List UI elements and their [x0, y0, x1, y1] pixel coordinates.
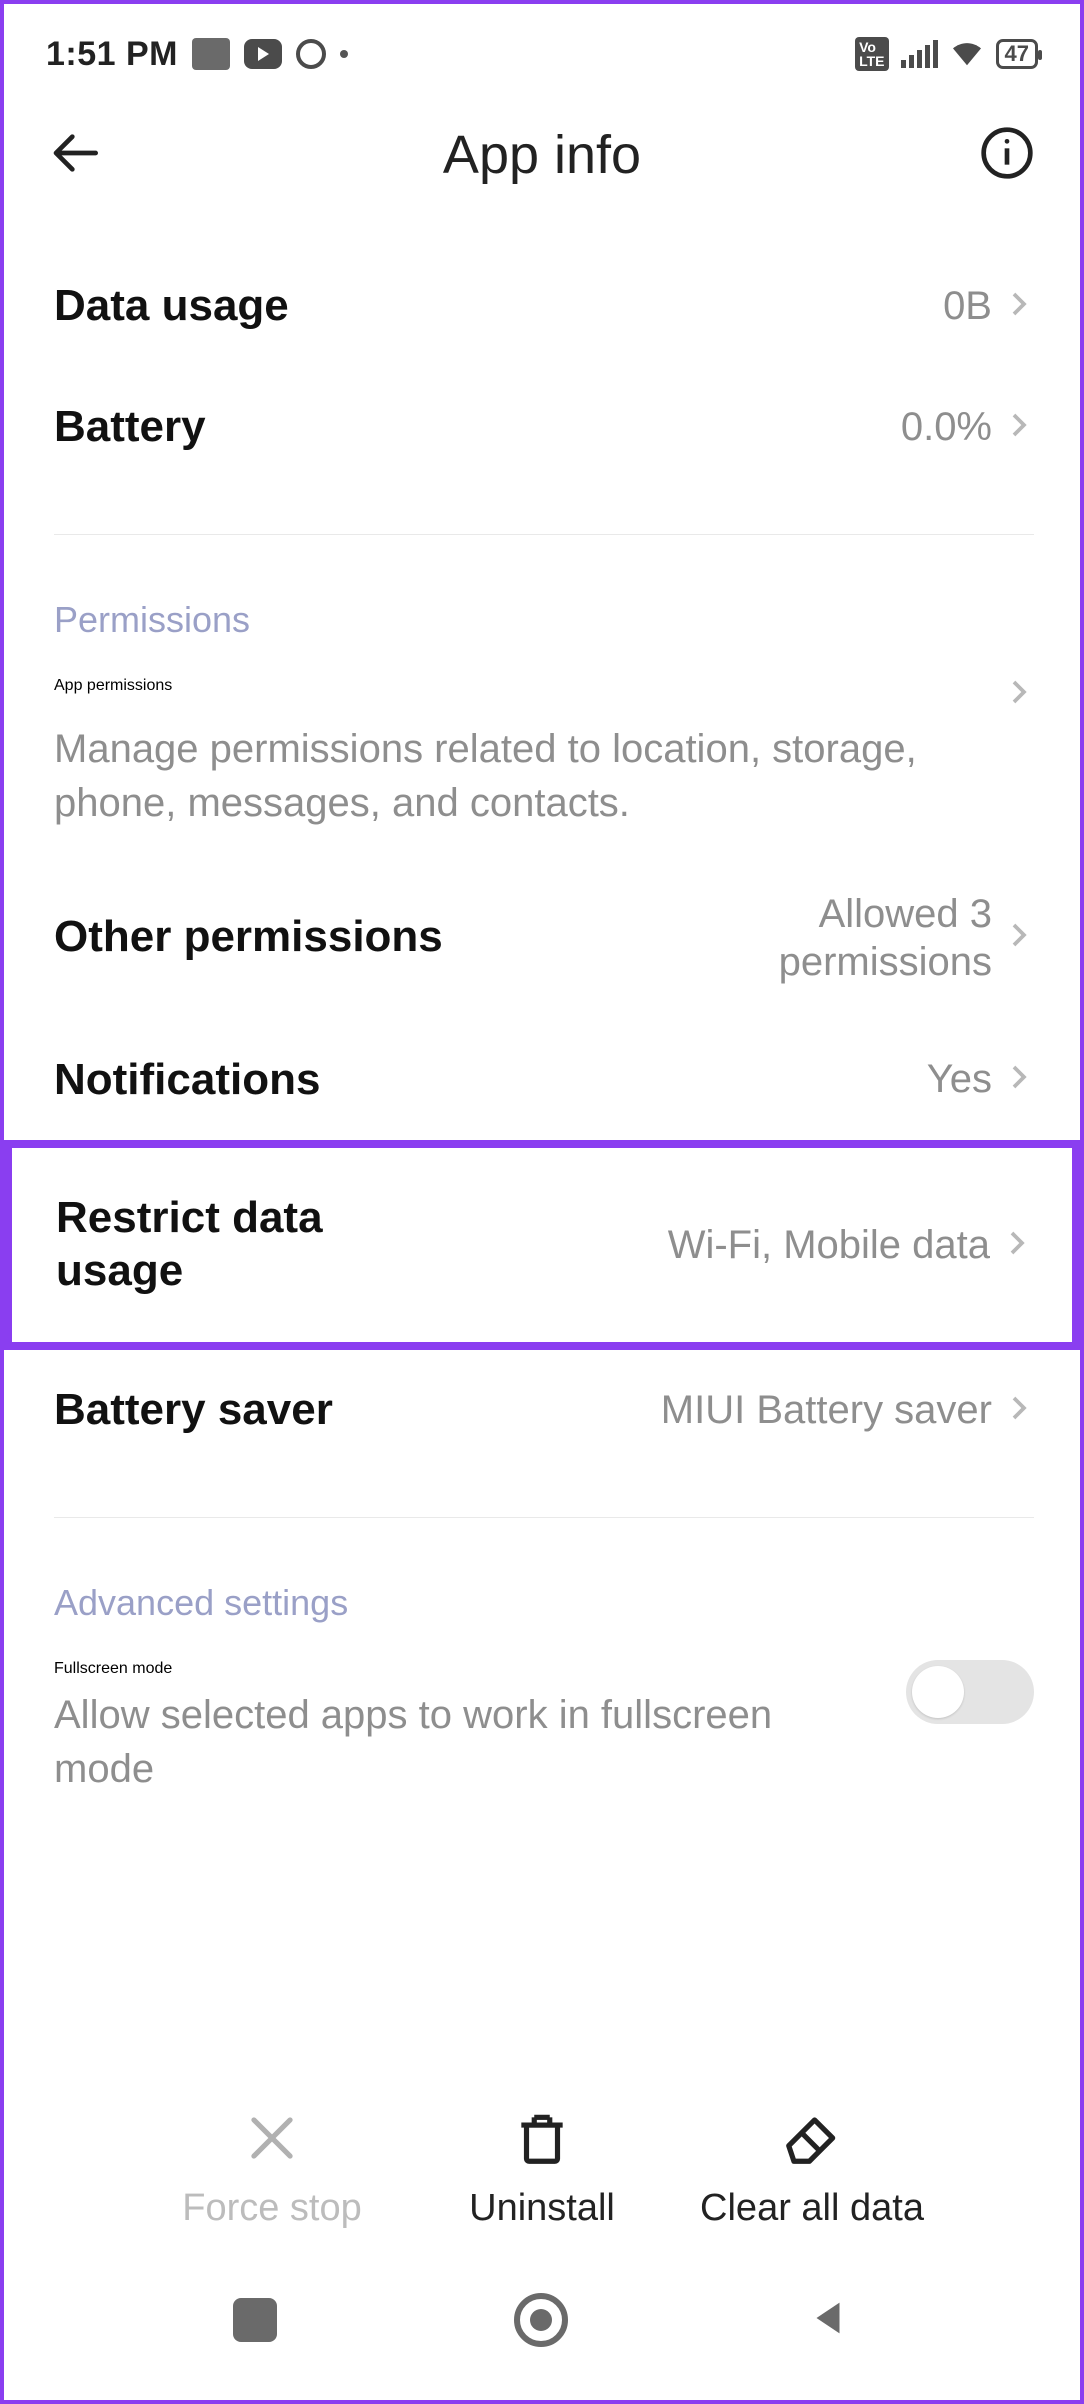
row-label: Data usage	[54, 280, 289, 333]
chevron-right-icon	[1004, 289, 1034, 324]
section-permissions: Permissions	[54, 599, 1034, 641]
highlight-restrict-data: Restrict data usage Wi-Fi, Mobile data	[4, 1140, 1080, 1350]
row-value: 0B	[943, 284, 992, 329]
row-battery-saver[interactable]: Battery saver MIUI Battery saver	[54, 1350, 1034, 1471]
action-label: Force stop	[182, 2187, 362, 2230]
divider	[54, 534, 1034, 535]
back-button[interactable]	[49, 125, 105, 186]
signal-icon	[901, 40, 938, 68]
row-data-usage[interactable]: Data usage 0B	[54, 246, 1034, 367]
row-label: App permissions	[54, 677, 172, 695]
youtube-icon	[244, 39, 282, 69]
row-restrict-data-usage[interactable]: Restrict data usage Wi-Fi, Mobile data	[56, 1148, 1032, 1342]
row-label: Battery	[54, 401, 206, 454]
row-app-permissions[interactable]: App permissions Manage permissions relat…	[54, 651, 1034, 856]
battery-level: 47	[1005, 41, 1029, 67]
wifi-icon	[950, 40, 984, 68]
navigation-bar	[4, 2250, 1080, 2390]
row-notifications[interactable]: Notifications Yes	[54, 1020, 1034, 1141]
row-label: Fullscreen mode	[54, 1660, 172, 1677]
section-advanced: Advanced settings	[54, 1582, 1034, 1624]
status-time: 1:51 PM	[46, 35, 178, 74]
divider	[54, 1517, 1034, 1518]
row-label: Notifications	[54, 1054, 320, 1107]
row-label: Restrict data usage	[56, 1192, 416, 1298]
row-value: Allowed 3 permissions	[672, 890, 992, 986]
row-subtext: Allow selected apps to work in fullscree…	[54, 1688, 774, 1796]
row-other-permissions[interactable]: Other permissions Allowed 3 permissions	[54, 856, 1034, 1020]
chevron-right-icon	[1004, 920, 1034, 955]
status-ring-icon	[296, 39, 326, 69]
uninstall-button[interactable]: Uninstall	[412, 2107, 672, 2230]
row-value: 0.0%	[901, 405, 992, 450]
row-label: Other permissions	[54, 911, 443, 964]
nav-back-button[interactable]	[805, 2295, 851, 2346]
chevron-right-icon	[1002, 1228, 1032, 1263]
row-label: Battery saver	[54, 1384, 333, 1437]
battery-icon: 47	[996, 39, 1038, 69]
row-value: MIUI Battery saver	[661, 1388, 992, 1433]
recents-button[interactable]	[233, 2298, 277, 2342]
status-bar: 1:51 PM VoLTE 47	[4, 4, 1080, 94]
volte-icon: VoLTE	[855, 37, 888, 71]
chevron-right-icon	[1004, 1393, 1034, 1428]
info-button[interactable]	[979, 125, 1035, 186]
row-value: Yes	[927, 1057, 992, 1102]
chevron-right-icon	[1004, 1062, 1034, 1097]
force-stop-button[interactable]: Force stop	[142, 2107, 402, 2230]
action-label: Uninstall	[469, 2187, 615, 2230]
action-label: Clear all data	[700, 2187, 924, 2230]
status-dot-icon	[340, 50, 348, 58]
chevron-right-icon	[1004, 677, 1034, 712]
row-fullscreen-mode[interactable]: Fullscreen mode Allow selected apps to w…	[54, 1634, 1034, 1822]
page-title: App info	[443, 124, 641, 186]
chevron-right-icon	[1004, 410, 1034, 445]
row-battery[interactable]: Battery 0.0%	[54, 367, 1034, 488]
home-button[interactable]	[514, 2293, 568, 2347]
settings-list: Data usage 0B Battery 0.0% Permissions A…	[4, 246, 1080, 1822]
status-app-icon	[192, 38, 230, 70]
fullscreen-toggle[interactable]	[906, 1660, 1034, 1724]
bottom-actions: Force stop Uninstall Clear all data	[4, 2107, 1080, 2230]
row-value: Wi-Fi, Mobile data	[668, 1221, 990, 1269]
row-subtext: Manage permissions related to location, …	[54, 722, 934, 830]
clear-data-button[interactable]: Clear all data	[682, 2107, 942, 2230]
app-header: App info	[4, 94, 1080, 246]
